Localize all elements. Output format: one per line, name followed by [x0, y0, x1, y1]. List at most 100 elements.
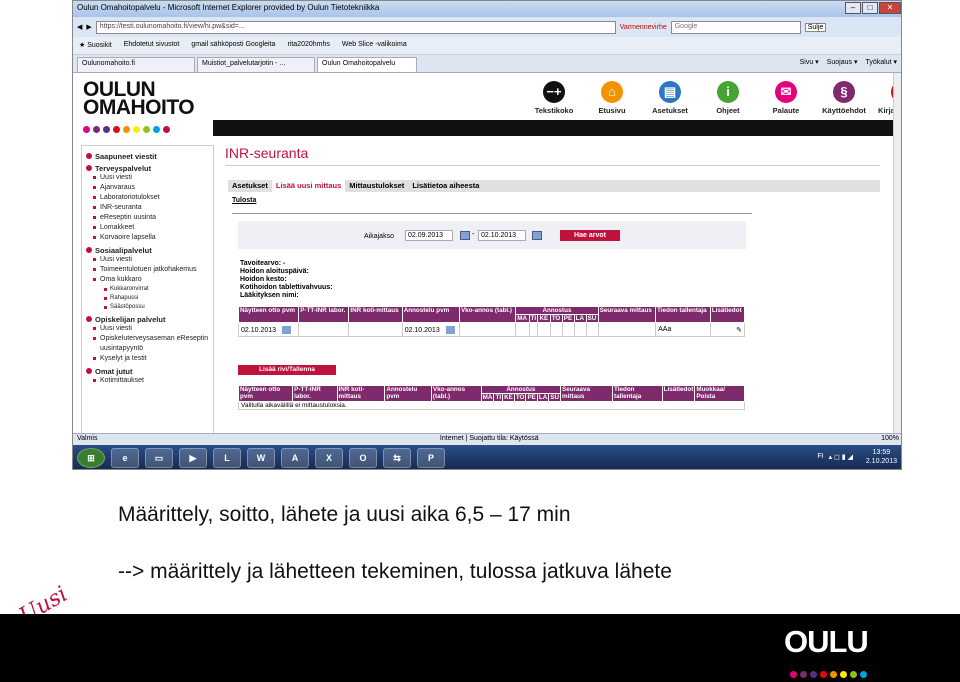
sidebar-section[interactable]: Saapuneet viestit [86, 152, 209, 161]
brand-dot [93, 126, 100, 133]
scrollbar[interactable] [893, 73, 901, 433]
nav-text-size-button[interactable]: −+ Tekstikoko [528, 81, 580, 115]
sidebar-item[interactable]: Laboratoriotulokset [86, 193, 209, 203]
sidebar-item[interactable]: eReseptin uusinta [86, 213, 209, 223]
table-cell[interactable]: AAa [655, 322, 711, 337]
language-indicator[interactable]: FI [817, 453, 823, 461]
taskbar-explorer-icon[interactable]: ▭ [145, 448, 173, 468]
favorite-link[interactable]: Ehdotetut sivustot [124, 41, 180, 50]
add-row-button[interactable]: Lisää rivi/Tallenna [238, 365, 336, 375]
minimize-button[interactable]: – [845, 2, 861, 14]
table-cell[interactable] [298, 322, 350, 337]
sidebar-section[interactable]: Omat jutut [86, 367, 209, 376]
taskbar-word-icon[interactable]: W [247, 448, 275, 468]
site-logo[interactable]: OULUN OMAHOITO [83, 79, 195, 118]
sidebar-item[interactable]: Kukkaronvirrat [86, 285, 209, 294]
sidebar-item[interactable]: INR-seuranta [86, 203, 209, 213]
sidebar-section[interactable]: Terveyspalvelut [86, 164, 209, 173]
table-cell[interactable]: ✎ [709, 322, 746, 337]
edit-icon[interactable]: ✎ [736, 326, 742, 334]
favorite-link[interactable]: gmail sähköposti Googleita [191, 41, 275, 50]
column-header: Lisätiedot [661, 385, 696, 402]
sidebar-item[interactable]: Kotimittaukset [86, 376, 209, 386]
content-tab[interactable]: Lisätietoa aiheesta [408, 180, 483, 192]
browser-tab[interactable]: Oulun Omahoitopalvelu [317, 57, 417, 72]
date-to-input[interactable]: 02.10.2013 [478, 230, 526, 241]
favorites-button[interactable]: ★ Suosikit [79, 41, 112, 50]
url-input[interactable]: https://testi.oulunomahoito.fi/view/hi.p… [95, 20, 616, 34]
content-tab[interactable]: Asetukset [228, 180, 272, 192]
sidebar-item[interactable]: Korvaoire lapsella [86, 233, 209, 243]
nav-home-button[interactable]: ⌂ Etusivu [586, 81, 638, 115]
date-from-input[interactable]: 02.09.2013 [405, 230, 453, 241]
table-cell[interactable] [537, 322, 551, 337]
taskbar-ie-icon[interactable]: e [111, 448, 139, 468]
calendar-icon[interactable] [445, 325, 455, 334]
maximize-button[interactable]: □ [862, 2, 878, 14]
table-cell[interactable] [528, 322, 539, 337]
calendar-icon[interactable] [532, 231, 542, 240]
favorite-link[interactable]: rita2020hmhs [287, 41, 329, 50]
table-cell[interactable] [348, 322, 403, 337]
command-menu[interactable]: Sivu ▾ [800, 58, 819, 66]
search-input[interactable]: Google [670, 20, 801, 34]
back-icon[interactable]: ◀ [77, 23, 82, 31]
sidebar-section[interactable]: Opiskelijan palvelut [86, 315, 209, 324]
taskbar-pdf-icon[interactable]: A [281, 448, 309, 468]
taskbar-lync-icon[interactable]: L [213, 448, 241, 468]
sidebar-item[interactable]: Kyselyt ja testit [86, 354, 209, 364]
content-tab[interactable]: Lisää uusi mittaus [271, 180, 346, 192]
table-cell[interactable] [515, 322, 530, 337]
search-values-button[interactable]: Hae arvot [560, 230, 620, 241]
print-link[interactable]: Tulosta [232, 197, 256, 204]
taskbar-excel-icon[interactable]: X [315, 448, 343, 468]
command-menu[interactable]: Suojaus ▾ [827, 58, 858, 66]
tray-icons[interactable]: ▴ ◻ ▮ ◢ [829, 453, 853, 461]
table-cell[interactable] [585, 322, 599, 337]
table-cell[interactable]: 02.10.2013 [237, 322, 300, 337]
nav-settings-button[interactable]: ▤ Asetukset [644, 81, 696, 115]
sidebar-item[interactable]: Lomakkeet [86, 223, 209, 233]
weekday-header: MA [480, 393, 495, 402]
sidebar-item[interactable]: Säästöpossu [86, 303, 209, 312]
taskbar-start-icon[interactable]: ⊞ [77, 448, 105, 468]
command-menu[interactable]: Työkalut ▾ [865, 58, 897, 66]
brand-dot [143, 126, 150, 133]
sidebar-item[interactable]: Uusi viesti [86, 173, 209, 183]
sulje-label[interactable]: Sulje [804, 22, 827, 32]
sidebar-item[interactable]: Oma kukkaro [86, 275, 209, 285]
table-cell[interactable] [561, 322, 575, 337]
brand-dot [810, 671, 817, 678]
nav-logout-button[interactable]: ✕Kirjaudu ulos [876, 81, 893, 115]
sidebar-item[interactable]: Ajanvaraus [86, 183, 209, 193]
table-cell[interactable]: 02.10.2013 [401, 322, 460, 337]
sidebar-item[interactable]: Uusi viesti [86, 324, 209, 334]
sidebar-item[interactable]: Rahapussi [86, 294, 209, 303]
sidebar-item[interactable]: Uusi viesti [86, 255, 209, 265]
taskbar-powerpoint-icon[interactable]: P [417, 448, 445, 468]
browser-tab[interactable]: Oulunomahoito.fi [77, 57, 195, 72]
sidebar-item[interactable]: Toimeentulotuen jatkohakemus [86, 265, 209, 275]
nav-info-button[interactable]: i Ohjeet [702, 81, 754, 115]
table-cell[interactable] [549, 322, 563, 337]
table-cell[interactable] [597, 322, 657, 337]
favorite-link[interactable]: Web Slice -valikoima [342, 41, 407, 50]
table-cell[interactable] [573, 322, 587, 337]
sidebar-section[interactable]: Sosiaalipalvelut [86, 246, 209, 255]
sidebar-item[interactable]: Opiskeluterveysaseman eReseptin uusintap… [86, 334, 209, 354]
content-tab[interactable]: Mittaustulokset [345, 180, 408, 192]
browser-tab[interactable]: Muistiot_palvelutarjotin - ... [197, 57, 315, 72]
zoom-level[interactable]: 100% [881, 435, 899, 444]
calendar-icon[interactable] [282, 325, 292, 334]
nav-paragraph-button[interactable]: § Käyttöehdot [818, 81, 870, 115]
taskbar-network-icon[interactable]: ⇆ [383, 448, 411, 468]
close-button[interactable]: ✕ [879, 2, 901, 14]
clock[interactable]: 13:59 2.10.2013 [866, 448, 897, 466]
table-cell[interactable] [458, 322, 517, 337]
nav-mail-button[interactable]: ✉ Palaute [760, 81, 812, 115]
cert-error[interactable]: Varmennevirhe [620, 24, 667, 31]
forward-icon[interactable]: ▶ [86, 23, 91, 31]
taskbar-media-icon[interactable]: ▶ [179, 448, 207, 468]
taskbar-outlook-icon[interactable]: O [349, 448, 377, 468]
calendar-icon[interactable] [460, 231, 470, 240]
